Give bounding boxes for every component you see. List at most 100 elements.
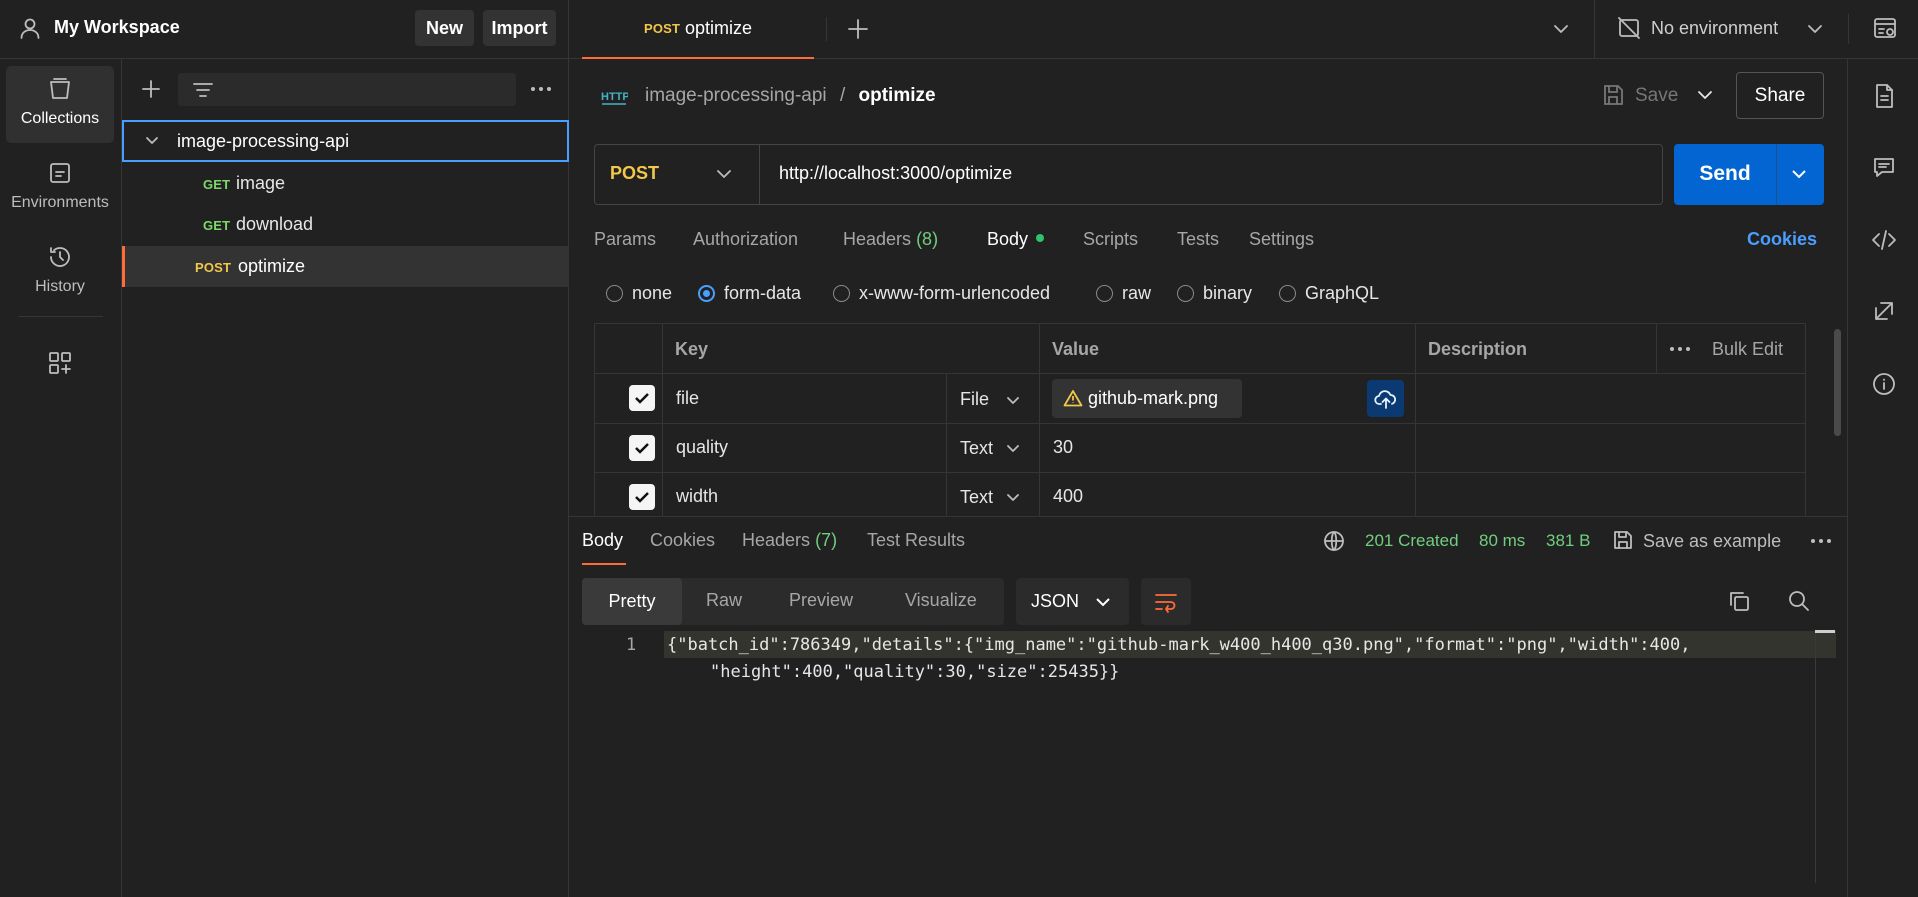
- bulk-edit-button[interactable]: Bulk Edit: [1712, 339, 1783, 360]
- row-type-selector[interactable]: Text: [960, 487, 993, 508]
- nav-collections-label: Collections: [20, 110, 100, 127]
- view-raw[interactable]: Raw: [706, 590, 742, 611]
- format-selector[interactable]: JSON: [1016, 578, 1129, 625]
- add-widgets-icon[interactable]: [47, 350, 73, 376]
- sidebar-more-icon[interactable]: [529, 80, 553, 98]
- row-type-chevron-icon[interactable]: [1005, 440, 1021, 456]
- row-value[interactable]: 30: [1053, 437, 1073, 458]
- nav-collections[interactable]: Collections: [6, 66, 114, 143]
- radio-urlencoded[interactable]: [833, 285, 850, 302]
- send-button[interactable]: Send: [1674, 144, 1824, 205]
- collection-item[interactable]: image-processing-api: [122, 120, 569, 162]
- body-active-dot: [1036, 234, 1045, 242]
- tab-optimize[interactable]: POST optimize: [582, 0, 814, 59]
- environment-quick-look-icon[interactable]: [1872, 15, 1898, 41]
- tab-body[interactable]: Body: [987, 229, 1045, 250]
- view-visualize[interactable]: Visualize: [905, 590, 977, 611]
- share-button[interactable]: Share: [1736, 72, 1824, 119]
- request-name: download: [236, 214, 314, 234]
- row-checkbox[interactable]: [629, 435, 655, 461]
- sidebar-item-download[interactable]: GET download: [122, 205, 569, 245]
- comments-icon[interactable]: [1872, 155, 1896, 179]
- workspace-name[interactable]: My Workspace: [54, 17, 180, 38]
- file-chip[interactable]: github-mark.png: [1052, 379, 1242, 418]
- row-key[interactable]: width: [676, 486, 718, 507]
- info-icon[interactable]: [1872, 372, 1896, 396]
- format-label: JSON: [1031, 591, 1080, 611]
- column-header-key: Key: [675, 339, 709, 359]
- row-value[interactable]: 400: [1053, 486, 1083, 507]
- save-icon[interactable]: [1601, 83, 1625, 107]
- save-as-example-button[interactable]: Save as example: [1643, 531, 1781, 552]
- new-tab-plus-icon[interactable]: [846, 17, 870, 41]
- sidebar-add-icon[interactable]: [140, 78, 162, 100]
- tab-scripts[interactable]: Scripts: [1083, 229, 1138, 250]
- tab-settings[interactable]: Settings: [1249, 229, 1314, 250]
- response-tab-body[interactable]: Body: [582, 530, 626, 565]
- tab-tests[interactable]: Tests: [1177, 229, 1219, 250]
- response-tab-headers-count: (7): [815, 530, 838, 550]
- user-icon[interactable]: [18, 16, 42, 40]
- save-options-chevron-icon[interactable]: [1696, 86, 1714, 104]
- radio-none[interactable]: [606, 285, 623, 302]
- row-type-chevron-icon[interactable]: [1005, 489, 1021, 505]
- editor-scroll-thumb[interactable]: [1815, 630, 1835, 633]
- row-type-label: File: [960, 389, 990, 409]
- row-type-selector[interactable]: File: [960, 389, 989, 410]
- table-more-icon[interactable]: [1669, 341, 1691, 357]
- response-tab-cookies[interactable]: Cookies: [650, 530, 715, 551]
- response-time[interactable]: 80 ms: [1479, 531, 1525, 551]
- nav-environments[interactable]: Environments: [6, 152, 114, 229]
- send-options-chevron-icon[interactable]: [1790, 165, 1808, 183]
- row-key[interactable]: quality: [676, 437, 728, 458]
- url-input[interactable]: http://localhost:3000/optimize: [779, 163, 1012, 184]
- response-size[interactable]: 381 B: [1546, 531, 1590, 551]
- view-preview[interactable]: Preview: [789, 590, 853, 611]
- radio-binary[interactable]: [1177, 285, 1194, 302]
- tab-authorization[interactable]: Authorization: [693, 229, 798, 250]
- editor-scroll-track: [1815, 630, 1816, 883]
- environment-chevron-icon[interactable]: [1806, 20, 1824, 38]
- view-pretty[interactable]: Pretty: [582, 578, 682, 625]
- row-checkbox[interactable]: [629, 484, 655, 510]
- tab-params[interactable]: Params: [594, 229, 656, 250]
- related-collections-icon[interactable]: [1873, 300, 1895, 322]
- code-icon[interactable]: [1871, 228, 1897, 252]
- environment-selector[interactable]: No environment: [1651, 18, 1778, 39]
- sidebar-search-input[interactable]: [178, 73, 516, 106]
- sidebar-item-image[interactable]: GET image: [122, 164, 569, 204]
- collection-name: image-processing-api: [177, 131, 350, 151]
- sidebar-item-optimize[interactable]: POST optimize: [122, 246, 569, 287]
- row-key[interactable]: file: [676, 388, 699, 409]
- tab-headers[interactable]: Headers (8): [843, 229, 938, 250]
- upload-cloud-icon[interactable]: [1367, 380, 1404, 417]
- radio-none-label: none: [632, 283, 673, 303]
- tabs-overflow-chevron-icon[interactable]: [1552, 20, 1570, 38]
- request-scrollbar[interactable]: [1834, 329, 1841, 436]
- radio-raw[interactable]: [1096, 285, 1113, 302]
- save-example-icon[interactable]: [1612, 529, 1634, 551]
- copy-icon[interactable]: [1727, 589, 1751, 613]
- breadcrumb-collection[interactable]: image-processing-api: [645, 85, 827, 106]
- wrap-lines-icon[interactable]: [1141, 578, 1191, 625]
- import-button[interactable]: Import: [483, 10, 556, 46]
- row-type-selector[interactable]: Text: [960, 438, 993, 459]
- breadcrumb-request[interactable]: optimize: [859, 85, 936, 106]
- tab-method: POST: [644, 21, 681, 36]
- nav-history[interactable]: History: [6, 236, 114, 313]
- search-icon[interactable]: [1787, 589, 1811, 613]
- response-more-icon[interactable]: [1810, 533, 1832, 549]
- method-selector[interactable]: POST: [595, 145, 758, 204]
- radio-form-data[interactable]: [698, 285, 715, 302]
- response-tab-headers[interactable]: Headers (7): [742, 530, 837, 551]
- radio-graphql[interactable]: [1279, 285, 1296, 302]
- documentation-icon[interactable]: [1872, 83, 1896, 109]
- row-checkbox[interactable]: [629, 385, 655, 411]
- response-tab-test-results[interactable]: Test Results: [867, 530, 965, 551]
- new-button[interactable]: New: [415, 10, 474, 46]
- save-button[interactable]: Save: [1635, 85, 1678, 107]
- cookies-link[interactable]: Cookies: [1747, 229, 1817, 250]
- status-code[interactable]: 201 Created: [1365, 531, 1459, 551]
- globe-icon[interactable]: [1323, 530, 1345, 552]
- row-type-chevron-icon[interactable]: [1005, 392, 1021, 408]
